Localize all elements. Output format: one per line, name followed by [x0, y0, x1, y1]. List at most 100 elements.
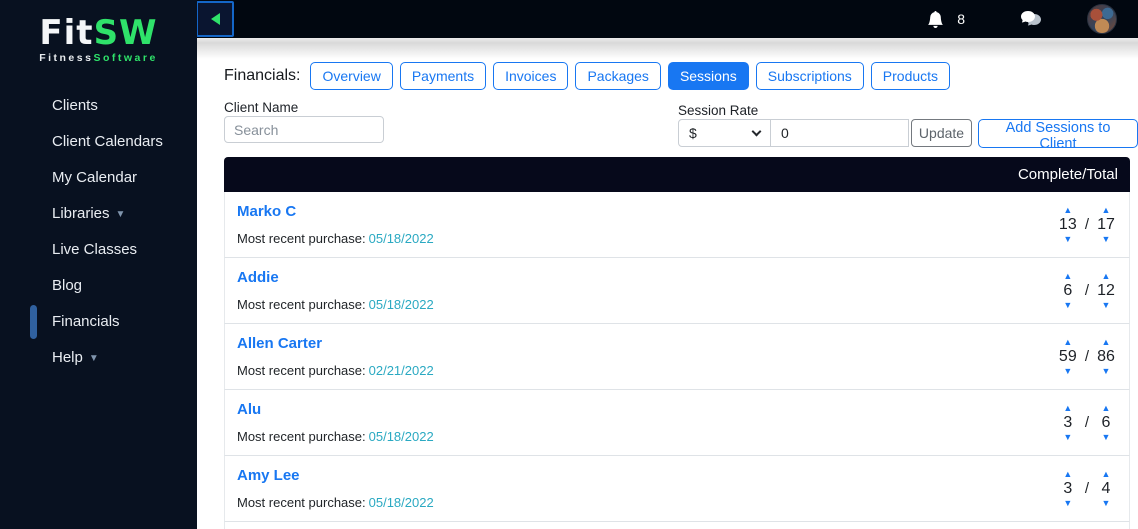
sidebar: FitSW FitnessSoftware Clients Client Cal…	[0, 0, 197, 529]
collapse-arrow-icon	[210, 13, 220, 25]
tab-packages[interactable]: Packages	[575, 62, 661, 90]
total-count: 17	[1097, 216, 1115, 233]
stepper-up-icon[interactable]: ▲	[1063, 337, 1072, 347]
stepper-down-icon[interactable]: ▼	[1063, 498, 1072, 508]
total-stepper: ▲ 12 ▼	[1090, 271, 1122, 310]
stepper-down-icon[interactable]: ▼	[1102, 498, 1111, 508]
sidebar-item-help[interactable]: Help ▼	[0, 340, 197, 376]
top-bar: 8	[196, 0, 1138, 38]
sidebar-item-label: Libraries	[52, 205, 110, 222]
sidebar-item-my-calendar[interactable]: My Calendar	[0, 160, 197, 196]
stepper-down-icon[interactable]: ▼	[1063, 300, 1072, 310]
tab-subscriptions[interactable]: Subscriptions	[755, 62, 864, 90]
sidebar-item-label: My Calendar	[52, 169, 138, 186]
client-name-link[interactable]: Allen Carter	[237, 335, 322, 352]
chevron-down-icon	[751, 126, 762, 136]
sidebar-nav: Clients Client Calendars My Calendar Lib…	[0, 88, 197, 376]
tab-invoices[interactable]: Invoices	[493, 62, 569, 90]
session-rate-input[interactable]	[771, 119, 909, 147]
app-screen: FitSW FitnessSoftware Clients Client Cal…	[0, 0, 1138, 529]
stepper-down-icon[interactable]: ▼	[1102, 432, 1111, 442]
purchase-date-link[interactable]: 05/18/2022	[369, 297, 434, 312]
purchase-label: Most recent purchase:	[237, 429, 366, 444]
client-name-link[interactable]: Addie	[237, 269, 279, 286]
stepper-down-icon[interactable]: ▼	[1102, 300, 1111, 310]
logo-sw-text: SW	[93, 13, 158, 53]
sidebar-item-clients[interactable]: Clients	[0, 88, 197, 124]
currency-select[interactable]: $	[678, 119, 771, 147]
complete-count: 13	[1058, 216, 1077, 233]
logo-tag-software: Software	[93, 52, 158, 64]
sidebar-item-libraries[interactable]: Libraries ▼	[0, 196, 197, 232]
tab-payments[interactable]: Payments	[399, 62, 487, 90]
purchase-date-link[interactable]: 02/21/2022	[369, 363, 434, 378]
sidebar-item-client-calendars[interactable]: Client Calendars	[0, 124, 197, 160]
stepper-up-icon[interactable]: ▲	[1063, 271, 1072, 281]
stepper-up-icon[interactable]: ▲	[1063, 469, 1072, 479]
table-row: Addie Most recent purchase: 05/18/2022 ▲ 6…	[224, 258, 1130, 324]
sidebar-item-label: Clients	[52, 97, 98, 114]
stepper-up-icon[interactable]: ▲	[1063, 403, 1072, 413]
stepper-up-icon[interactable]: ▲	[1102, 403, 1111, 413]
messages-button[interactable]	[1019, 10, 1041, 28]
purchase-date-link[interactable]: 05/18/2022	[369, 429, 434, 444]
stepper-down-icon[interactable]: ▼	[1063, 234, 1072, 244]
sidebar-item-live-classes[interactable]: Live Classes	[0, 232, 197, 268]
complete-stepper: ▲ 3 ▼	[1052, 403, 1084, 442]
stepper-up-icon[interactable]: ▲	[1102, 205, 1111, 215]
purchase-date-link[interactable]: 05/18/2022	[369, 495, 434, 510]
stepper-down-icon[interactable]: ▼	[1063, 366, 1072, 376]
stepper-down-icon[interactable]: ▼	[1063, 432, 1072, 442]
update-button[interactable]: Update	[911, 119, 972, 147]
topbar-shadow	[197, 38, 1138, 60]
total-stepper: ▲ 17 ▼	[1090, 205, 1122, 244]
total-count: 12	[1097, 282, 1115, 299]
sidebar-item-financials[interactable]: Financials	[0, 304, 197, 340]
total-count: 4	[1101, 480, 1111, 497]
table-header: Complete/Total	[224, 157, 1130, 192]
complete-stepper: ▲ 59 ▼	[1052, 337, 1084, 376]
fitsw-logo: FitSW FitnessSoftware	[0, 16, 197, 64]
notifications-button[interactable]: 8	[927, 10, 965, 28]
sessions-table: Complete/Total Marko C Most recent purch…	[224, 157, 1130, 529]
logo-wordmark: FitSW	[0, 16, 197, 50]
slash-separator: /	[1084, 216, 1089, 233]
stepper-up-icon[interactable]: ▲	[1102, 337, 1111, 347]
tab-sessions[interactable]: Sessions	[667, 62, 749, 90]
sidebar-collapse-button[interactable]	[196, 1, 234, 37]
client-search-input[interactable]	[224, 116, 384, 143]
purchase-line: Most recent purchase: 05/18/2022	[237, 495, 434, 510]
stepper-down-icon[interactable]: ▼	[1102, 234, 1111, 244]
stepper-up-icon[interactable]: ▲	[1102, 271, 1111, 281]
add-sessions-to-client-button[interactable]: Add Sessions to Client	[978, 119, 1138, 152]
financials-tabs: Financials: Overview Payments Invoices P…	[224, 62, 957, 90]
main-content: Financials: Overview Payments Invoices P…	[197, 38, 1138, 529]
sidebar-item-label: Live Classes	[52, 241, 138, 258]
table-row: Amy Lee Most recent purchase: 05/18/2022 …	[224, 456, 1130, 522]
stepper-up-icon[interactable]: ▲	[1102, 469, 1111, 479]
user-avatar[interactable]	[1087, 4, 1117, 34]
slash-separator: /	[1084, 348, 1089, 365]
complete-stepper: ▲ 13 ▼	[1052, 205, 1084, 244]
client-name-link[interactable]: Alu	[237, 401, 261, 418]
table-row: Allen Carter Most recent purchase: 02/21/…	[224, 324, 1130, 390]
logo-tagline: FitnessSoftware	[0, 52, 197, 64]
slash-separator: /	[1084, 282, 1089, 299]
stepper-down-icon[interactable]: ▼	[1102, 366, 1111, 376]
chevron-down-icon: ▼	[115, 209, 126, 220]
purchase-label: Most recent purchase:	[237, 231, 366, 246]
purchase-date-link[interactable]: 05/18/2022	[369, 231, 434, 246]
sidebar-item-blog[interactable]: Blog	[0, 268, 197, 304]
sidebar-item-label: Blog	[52, 277, 83, 294]
tab-overview[interactable]: Overview	[310, 62, 393, 90]
logo-fit-text: Fit	[39, 13, 94, 53]
tab-products[interactable]: Products	[870, 62, 951, 90]
stepper-up-icon[interactable]: ▲	[1063, 205, 1072, 215]
client-name-link[interactable]: Amy Lee	[237, 467, 300, 484]
session-rate-group: $ Update	[678, 119, 972, 147]
logo-tag-fitness: Fitness	[39, 52, 94, 64]
session-steppers: ▲ 6 ▼ / ▲ 12 ▼	[1052, 258, 1122, 323]
table-row: Alu Most recent purchase: 05/18/2022 ▲ 3 ▼ …	[224, 390, 1130, 456]
client-name-link[interactable]: Marko C	[237, 203, 296, 220]
complete-count: 3	[1063, 480, 1073, 497]
